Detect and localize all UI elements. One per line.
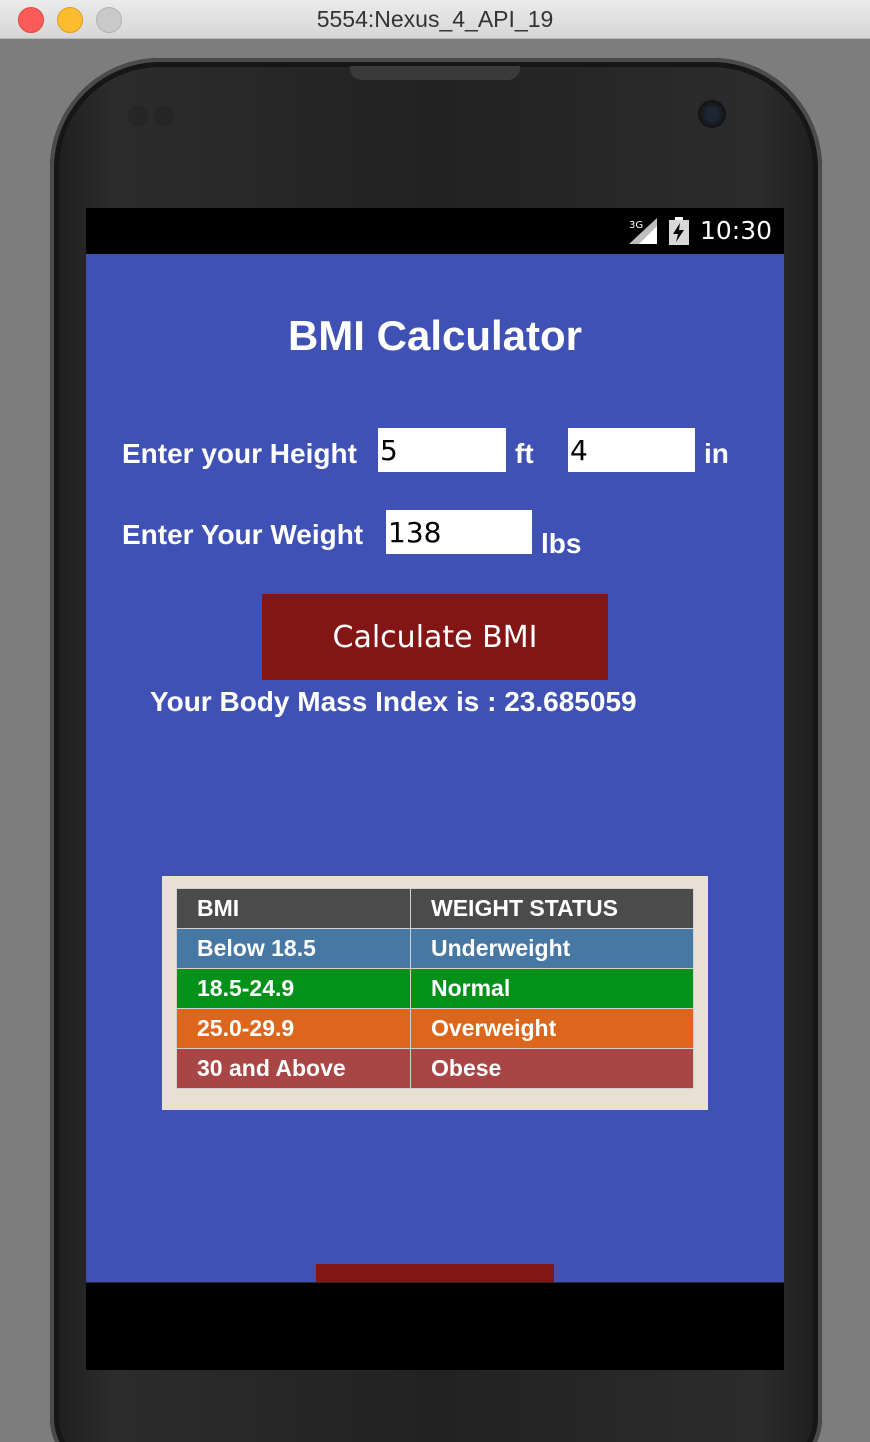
bmi-result-text: Your Body Mass Index is : 23.685059 [150,686,637,717]
window-title: 5554:Nexus_4_API_19 [316,6,554,32]
weight-unit-label: lbs [541,528,582,559]
table-row: 30 and Above Obese [176,1048,694,1089]
weight-status-cell: Normal [410,968,694,1009]
bmi-weight-status-table: BMI WEIGHT STATUS Below 18.5 Underweight… [176,888,694,1089]
bmi-chart-image: BMI WEIGHT STATUS Below 18.5 Underweight… [162,876,708,1110]
bmi-range-cell: 18.5-24.9 [176,968,411,1009]
table-row: Below 18.5 Underweight [176,928,694,969]
network-type-label: 3G [629,220,643,231]
table-row: 18.5-24.9 Normal [176,968,694,1009]
weight-status-cell: Overweight [410,1008,694,1049]
light-sensor [154,106,174,126]
calculate-bmi-label: Calculate BMI [332,619,538,655]
navigation-bar [86,1282,784,1370]
table-header-row: BMI WEIGHT STATUS [176,888,694,929]
weight-label: Enter Your Weight [122,519,364,550]
weight-status-cell: Obese [410,1048,694,1089]
height-inches-input[interactable] [568,428,695,472]
table-row: 25.0-29.9 Overweight [176,1008,694,1049]
height-feet-input[interactable] [378,428,506,472]
earpiece-speaker [350,66,520,80]
status-time: 10:30 [699,216,772,245]
feet-unit-label: ft [515,438,534,469]
weight-input[interactable] [386,510,532,554]
height-label: Enter your Height [122,438,357,469]
battery-charging-icon [669,217,689,245]
weight-status-cell: Underweight [410,928,694,969]
bmi-column-header: BMI [176,888,411,929]
device-screen: 3G 10:30 BMI Calculator Enter your Heigh… [86,208,784,1370]
bmi-range-cell: Below 18.5 [176,928,411,969]
proximity-sensor [128,106,148,126]
bmi-app: BMI Calculator Enter your Height ft in E… [86,254,784,1294]
front-camera [698,100,726,128]
bmi-range-cell: 25.0-29.9 [176,1008,411,1049]
calculate-bmi-button[interactable]: Calculate BMI [262,594,608,680]
signal-icon: 3G [629,218,657,244]
window-titlebar: 5554:Nexus_4_API_19 [0,0,870,39]
app-title: BMI Calculator [287,312,583,359]
inches-unit-label: in [704,438,729,469]
bmi-range-cell: 30 and Above [176,1048,411,1089]
weight-status-column-header: WEIGHT STATUS [410,888,694,929]
status-bar: 3G 10:30 [86,208,784,254]
